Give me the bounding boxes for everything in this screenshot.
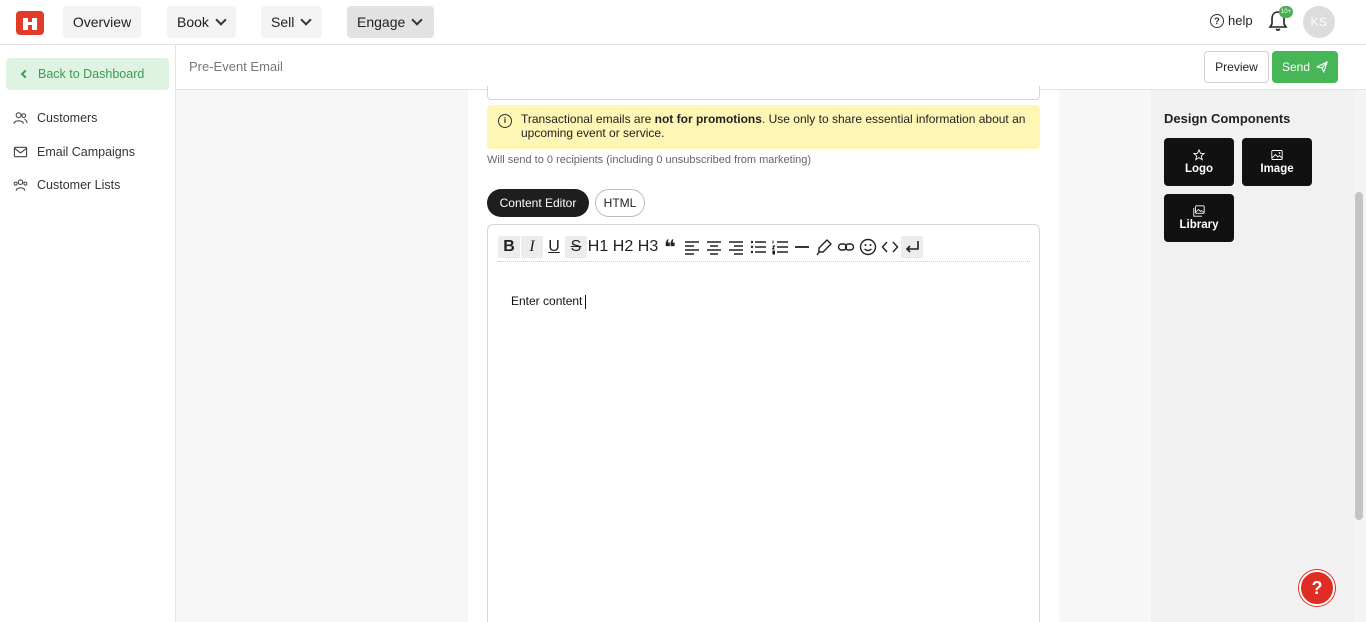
highlight-button[interactable]: [813, 236, 835, 258]
nav-overview-label: Overview: [72, 14, 132, 30]
sidebar-item-customer-lists[interactable]: Customer Lists: [13, 178, 120, 192]
info-icon: i: [498, 114, 512, 128]
component-library-button[interactable]: Library: [1164, 194, 1234, 242]
help-link[interactable]: ? help: [1210, 13, 1253, 28]
numbered-list-button[interactable]: [769, 236, 791, 258]
bold-button[interactable]: B: [498, 236, 520, 258]
code-button[interactable]: [879, 236, 901, 258]
component-image-button[interactable]: Image: [1242, 138, 1312, 186]
chevron-down-icon: [215, 14, 227, 26]
page-scrollbar-thumb[interactable]: [1355, 192, 1363, 520]
page-title: Pre-Event Email: [189, 59, 283, 74]
component-logo-label: Logo: [1184, 163, 1214, 175]
return-arrow-icon: [905, 241, 919, 253]
align-right-button[interactable]: [725, 236, 747, 258]
component-image-label: Image: [1260, 163, 1294, 175]
bullet-list-icon: [750, 240, 766, 254]
align-left-icon: [685, 241, 699, 255]
code-icon: [881, 241, 899, 253]
brand-logo[interactable]: [16, 11, 44, 35]
top-navbar: Overview Book Sell Engage ? help 10+ KS: [0, 0, 1366, 45]
chevron-left-icon: [20, 69, 30, 79]
design-components-title: Design Components: [1164, 111, 1291, 126]
highlighter-icon: [816, 239, 832, 256]
page-header: Pre-Event Email Preview Send: [176, 45, 1366, 90]
back-to-dashboard-label: Back to Dashboard: [38, 67, 145, 81]
chevron-down-icon: [300, 14, 313, 26]
numbered-list-icon: [771, 240, 788, 255]
align-center-icon: [707, 241, 721, 255]
nav-overview[interactable]: Overview: [63, 6, 141, 38]
sidebar-item-label: Customer Lists: [37, 178, 121, 192]
users-list-icon: [13, 179, 28, 191]
send-label: Send: [1281, 60, 1311, 74]
emoji-button[interactable]: [857, 236, 879, 258]
avatar[interactable]: KS: [1303, 6, 1335, 38]
send-button[interactable]: Send: [1272, 51, 1338, 83]
mail-icon: [13, 146, 28, 158]
notice-bold-text: not for promotions: [654, 112, 762, 126]
rich-text-editor[interactable]: B I U S H1 H2 H3 ❝ Enter content: [487, 224, 1040, 622]
strikethrough-button[interactable]: S: [565, 236, 587, 258]
help-circle-icon: ?: [1210, 13, 1224, 28]
nav-sell-label: Sell: [271, 14, 295, 30]
nav-engage-label: Engage: [357, 14, 406, 30]
bullet-list-button[interactable]: [747, 236, 769, 258]
align-left-button[interactable]: [681, 236, 703, 258]
star-icon: [1193, 149, 1205, 161]
italic-button[interactable]: I: [521, 236, 543, 258]
editor-toolbar: B I U S H1 H2 H3 ❝: [498, 233, 1030, 262]
sidebar-item-label: Customers: [37, 111, 98, 125]
nav-sell[interactable]: Sell: [261, 6, 322, 38]
paper-plane-icon: [1316, 61, 1328, 73]
help-label: help: [1228, 13, 1253, 28]
design-components-panel: Design Components Logo Image Library: [1151, 90, 1354, 622]
chevron-down-icon: [411, 14, 423, 26]
image-icon: [1271, 150, 1283, 160]
line-break-button[interactable]: [901, 236, 923, 258]
component-library-label: Library: [1179, 219, 1219, 231]
nav-book[interactable]: Book: [167, 6, 236, 38]
align-center-button[interactable]: [703, 236, 725, 258]
underline-button[interactable]: U: [543, 236, 565, 258]
image-library-icon: [1193, 205, 1205, 217]
smiley-icon: [859, 238, 877, 256]
heading1-button[interactable]: H1: [587, 236, 609, 258]
subject-input[interactable]: [487, 86, 1040, 100]
tab-html[interactable]: HTML: [595, 189, 645, 217]
editor-placeholder-text: Enter content: [511, 294, 583, 308]
nav-engage[interactable]: Engage: [347, 6, 434, 38]
back-to-dashboard-button[interactable]: Back to Dashboard: [6, 58, 169, 90]
horizontal-rule-icon: [795, 246, 809, 248]
notice-text: Transactional emails are: [521, 112, 655, 126]
horizontal-rule-button[interactable]: [791, 236, 813, 258]
transactional-notice: i Transactional emails are not for promo…: [487, 105, 1040, 149]
nav-book-label: Book: [177, 14, 209, 30]
editor-content[interactable]: Enter content: [511, 294, 587, 309]
align-right-icon: [729, 241, 743, 255]
sidebar-item-customers[interactable]: Customers: [13, 111, 97, 125]
text-caret: [585, 294, 587, 309]
heading3-button[interactable]: H3: [637, 236, 659, 258]
sidebar-item-label: Email Campaigns: [37, 145, 135, 159]
recipients-summary: Will send to 0 recipients (including 0 u…: [487, 154, 812, 166]
sidebar-item-email-campaigns[interactable]: Email Campaigns: [13, 145, 135, 159]
link-icon: [837, 243, 855, 251]
users-icon: [13, 112, 28, 124]
sidebar: Back to Dashboard Customers Email Campai…: [0, 45, 176, 622]
heading2-button[interactable]: H2: [612, 236, 634, 258]
preview-button[interactable]: Preview: [1204, 51, 1269, 83]
help-fab-button[interactable]: ?: [1299, 570, 1335, 606]
notification-badge: 10+: [1279, 6, 1293, 18]
tab-content-editor[interactable]: Content Editor: [487, 189, 589, 217]
link-button[interactable]: [835, 236, 857, 258]
blockquote-button[interactable]: ❝: [659, 236, 681, 259]
component-logo-button[interactable]: Logo: [1164, 138, 1234, 186]
